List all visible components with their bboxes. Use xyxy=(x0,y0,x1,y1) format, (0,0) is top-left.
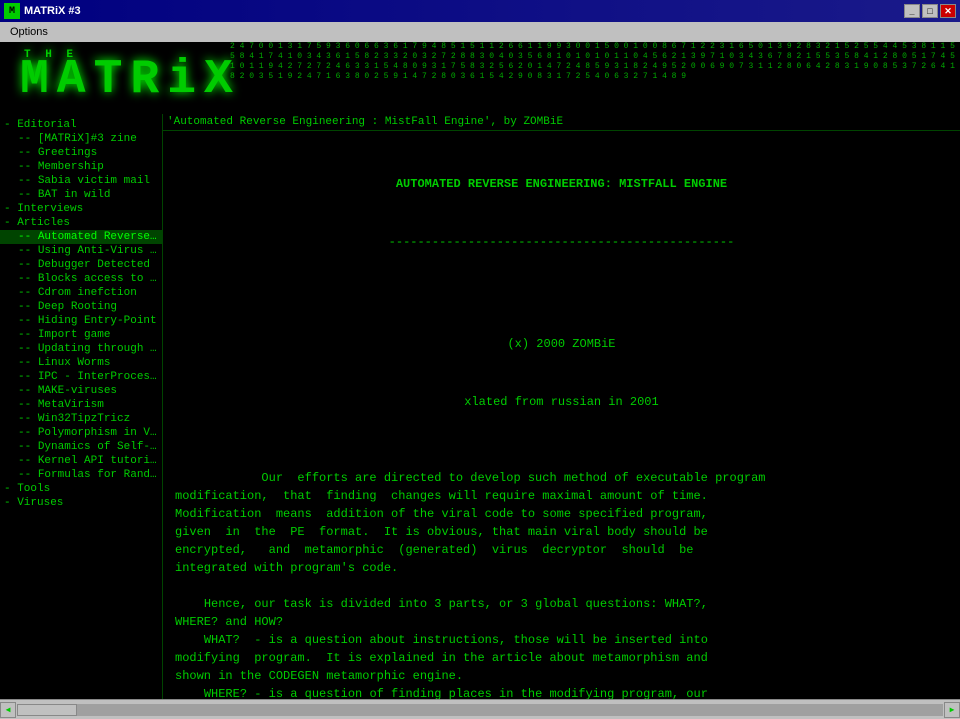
window-title: MATRiX #3 xyxy=(24,5,81,17)
sidebar-item-sabia[interactable]: Sabia victim mail xyxy=(0,174,162,188)
sidebar-item-automated-reverse[interactable]: Automated Reverse En xyxy=(0,230,162,244)
sidebar[interactable]: Editorial [MATRiX]#3 zine Greetings Memb… xyxy=(0,114,163,699)
titlebar: M MATRiX #3 _ □ ✕ xyxy=(0,0,960,22)
matrix-banner: T H E MATRiX 2 4 7 0 0 1 3 1 7 5 9 3 6 0… xyxy=(0,42,960,114)
matrix-numbers: 2 4 7 0 0 1 3 1 7 5 9 3 6 0 6 6 3 6 1 7 … xyxy=(230,42,960,114)
content-scroll[interactable]: AUTOMATED REVERSE ENGINEERING: MISTFALL … xyxy=(163,131,960,699)
content-area: 'Automated Reverse Engineering : MistFal… xyxy=(163,114,960,699)
sidebar-item-polymorphism[interactable]: Polymorphism in VBA/V xyxy=(0,426,162,440)
scroll-track[interactable] xyxy=(17,704,943,716)
sidebar-item-linux[interactable]: Linux Worms xyxy=(0,356,162,370)
sidebar-section-tools[interactable]: Tools xyxy=(0,482,162,496)
article-underline: ----------------------------------------… xyxy=(175,233,948,251)
article-byline1: (x) 2000 ZOMBiE xyxy=(175,335,948,353)
sidebar-section-editorial[interactable]: Editorial xyxy=(0,118,162,132)
sidebar-item-bat[interactable]: BAT in wild xyxy=(0,188,162,202)
article-content: Our efforts are directed to develop such… xyxy=(175,471,766,699)
sidebar-item-win32[interactable]: Win32TipzTricz xyxy=(0,412,162,426)
scroll-thumb[interactable] xyxy=(17,704,77,716)
titlebar-left: M MATRiX #3 xyxy=(4,3,81,19)
sidebar-item-greetings[interactable]: Greetings xyxy=(0,146,162,160)
article-byline2: xlated from russian in 2001 xyxy=(175,393,948,411)
matrix-logo: T H E MATRiX xyxy=(0,49,241,107)
sidebar-item-anti-virus[interactable]: Using Anti-Virus in Virus xyxy=(0,244,162,258)
sidebar-item-updating[interactable]: Updating through irc xyxy=(0,342,162,356)
maximize-button[interactable]: □ xyxy=(922,4,938,18)
options-menu[interactable]: Options xyxy=(4,25,54,39)
close-button[interactable]: ✕ xyxy=(940,4,956,18)
sidebar-item-hiding[interactable]: Hiding Entry-Point xyxy=(0,314,162,328)
sidebar-item-formulas[interactable]: Formulas for Random N xyxy=(0,468,162,482)
logo-text: MATRiX xyxy=(20,53,241,107)
scroll-left-button[interactable]: ◀ xyxy=(0,702,16,718)
sidebar-section-articles[interactable]: Articles xyxy=(0,216,162,230)
sidebar-item-import[interactable]: Import game xyxy=(0,328,162,342)
menubar: Options xyxy=(0,22,960,42)
sidebar-item-membership[interactable]: Membership xyxy=(0,160,162,174)
sidebar-item-zine[interactable]: [MATRiX]#3 zine xyxy=(0,132,162,146)
sidebar-section-viruses[interactable]: Viruses xyxy=(0,496,162,510)
sidebar-item-ipc[interactable]: IPC - InterProcess Com xyxy=(0,370,162,384)
sidebar-item-cdrom[interactable]: Cdrom inefction xyxy=(0,286,162,300)
scroll-right-button[interactable]: ▶ xyxy=(944,702,960,718)
sidebar-item-kernel[interactable]: Kernel API tutorial xyxy=(0,454,162,468)
sidebar-item-deep-rooting[interactable]: Deep Rooting xyxy=(0,300,162,314)
window-icon: M xyxy=(4,3,20,19)
sidebar-item-make[interactable]: MAKE-viruses xyxy=(0,384,162,398)
article-title: AUTOMATED REVERSE ENGINEERING: MISTFALL … xyxy=(175,175,948,193)
content-header: 'Automated Reverse Engineering : MistFal… xyxy=(163,114,960,131)
sidebar-item-blocks-access[interactable]: Blocks access to AV site xyxy=(0,272,162,286)
sidebar-section-interviews[interactable]: Interviews xyxy=(0,202,162,216)
sidebar-item-meta[interactable]: MetaVirism xyxy=(0,398,162,412)
window-controls: _ □ ✕ xyxy=(904,4,956,18)
minimize-button[interactable]: _ xyxy=(904,4,920,18)
horizontal-scrollbar[interactable]: ◀ ▶ xyxy=(0,699,960,719)
article-body: AUTOMATED REVERSE ENGINEERING: MISTFALL … xyxy=(175,139,948,699)
sidebar-item-debugger[interactable]: Debugger Detected xyxy=(0,258,162,272)
main-area: Editorial [MATRiX]#3 zine Greetings Memb… xyxy=(0,114,960,699)
sidebar-item-dynamics[interactable]: Dynamics of Self-replic xyxy=(0,440,162,454)
